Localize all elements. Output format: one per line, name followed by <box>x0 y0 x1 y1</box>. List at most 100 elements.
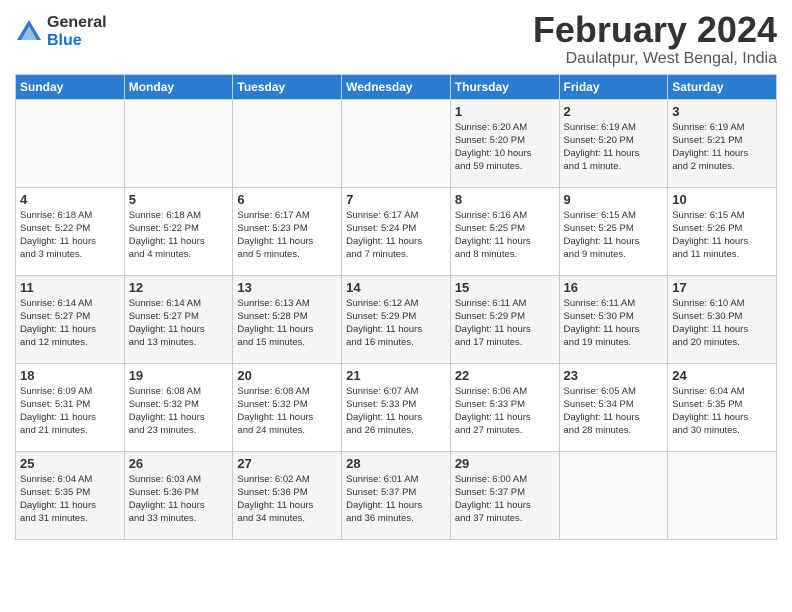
calendar-cell: 18 Sunrise: 6:09 AM Sunset: 5:31 PM Dayli… <box>16 363 125 451</box>
calendar-cell: 24 Sunrise: 6:04 AM Sunset: 5:35 PM Dayli… <box>668 363 777 451</box>
calendar-cell: 25Sunrise: 6:04 AM Sunset: 5:35 PM Dayli… <box>16 451 125 539</box>
day-number: 12 <box>129 280 229 295</box>
header-cell-thursday: Thursday <box>450 74 559 99</box>
day-number: 28 <box>346 456 446 471</box>
calendar-cell <box>16 99 125 187</box>
day-number: 8 <box>455 192 555 207</box>
day-info: Sunrise: 6:02 AM Sunset: 5:36 PM Dayligh… <box>237 473 337 526</box>
week-row: 11 Sunrise: 6:14 AM Sunset: 5:27 PM Dayli… <box>16 275 777 363</box>
day-number: 23 <box>564 368 664 383</box>
day-number: 26 <box>129 456 229 471</box>
calendar-cell: 11 Sunrise: 6:14 AM Sunset: 5:27 PM Dayli… <box>16 275 125 363</box>
calendar-cell: 12 Sunrise: 6:14 AM Sunset: 5:27 PM Dayli… <box>124 275 233 363</box>
day-info: Sunrise: 6:04 AM Sunset: 5:35 PM Dayligh… <box>20 473 120 526</box>
day-number: 7 <box>346 192 446 207</box>
calendar-header: SundayMondayTuesdayWednesdayThursdayFrid… <box>16 74 777 99</box>
calendar-cell: 7 Sunrise: 6:17 AM Sunset: 5:24 PM Daylig… <box>342 187 451 275</box>
calendar-cell: 19 Sunrise: 6:08 AM Sunset: 5:32 PM Dayli… <box>124 363 233 451</box>
calendar-cell <box>233 99 342 187</box>
calendar-cell: 13 Sunrise: 6:13 AM Sunset: 5:28 PM Dayli… <box>233 275 342 363</box>
header-row: SundayMondayTuesdayWednesdayThursdayFrid… <box>16 74 777 99</box>
day-info: Sunrise: 6:07 AM Sunset: 5:33 PM Dayligh… <box>346 385 446 438</box>
day-number: 24 <box>672 368 772 383</box>
day-info: Sunrise: 6:14 AM Sunset: 5:27 PM Dayligh… <box>20 297 120 350</box>
day-info: Sunrise: 6:14 AM Sunset: 5:27 PM Dayligh… <box>129 297 229 350</box>
day-info: Sunrise: 6:08 AM Sunset: 5:32 PM Dayligh… <box>237 385 337 438</box>
header-cell-tuesday: Tuesday <box>233 74 342 99</box>
day-number: 5 <box>129 192 229 207</box>
day-number: 11 <box>20 280 120 295</box>
logo: General Blue <box>15 14 107 49</box>
day-info: Sunrise: 6:17 AM Sunset: 5:23 PM Dayligh… <box>237 209 337 262</box>
day-info: Sunrise: 6:17 AM Sunset: 5:24 PM Dayligh… <box>346 209 446 262</box>
day-info: Sunrise: 6:09 AM Sunset: 5:31 PM Dayligh… <box>20 385 120 438</box>
day-number: 1 <box>455 104 555 119</box>
header-cell-monday: Monday <box>124 74 233 99</box>
day-info: Sunrise: 6:00 AM Sunset: 5:37 PM Dayligh… <box>455 473 555 526</box>
calendar-cell: 4 Sunrise: 6:18 AM Sunset: 5:22 PM Daylig… <box>16 187 125 275</box>
day-info: Sunrise: 6:05 AM Sunset: 5:34 PM Dayligh… <box>564 385 664 438</box>
calendar-cell: 9Sunrise: 6:15 AM Sunset: 5:25 PM Daylig… <box>559 187 668 275</box>
calendar-cell: 29 Sunrise: 6:00 AM Sunset: 5:37 PM Dayli… <box>450 451 559 539</box>
calendar-cell: 15Sunrise: 6:11 AM Sunset: 5:29 PM Dayli… <box>450 275 559 363</box>
calendar-cell: 14 Sunrise: 6:12 AM Sunset: 5:29 PM Dayli… <box>342 275 451 363</box>
day-info: Sunrise: 6:18 AM Sunset: 5:22 PM Dayligh… <box>20 209 120 262</box>
day-info: Sunrise: 6:11 AM Sunset: 5:30 PM Dayligh… <box>564 297 664 350</box>
page-header: General Blue February 2024 Daulatpur, We… <box>15 10 777 68</box>
calendar-cell: 16 Sunrise: 6:11 AM Sunset: 5:30 PM Dayli… <box>559 275 668 363</box>
day-number: 18 <box>20 368 120 383</box>
day-info: Sunrise: 6:18 AM Sunset: 5:22 PM Dayligh… <box>129 209 229 262</box>
day-number: 16 <box>564 280 664 295</box>
calendar-cell: 22 Sunrise: 6:06 AM Sunset: 5:33 PM Dayli… <box>450 363 559 451</box>
day-number: 19 <box>129 368 229 383</box>
calendar-cell: 17Sunrise: 6:10 AM Sunset: 5:30 PM Dayli… <box>668 275 777 363</box>
calendar-cell: 20Sunrise: 6:08 AM Sunset: 5:32 PM Dayli… <box>233 363 342 451</box>
day-number: 29 <box>455 456 555 471</box>
calendar-cell: 28 Sunrise: 6:01 AM Sunset: 5:37 PM Dayli… <box>342 451 451 539</box>
calendar-cell: 10Sunrise: 6:15 AM Sunset: 5:26 PM Dayli… <box>668 187 777 275</box>
week-row: 4 Sunrise: 6:18 AM Sunset: 5:22 PM Daylig… <box>16 187 777 275</box>
header-cell-friday: Friday <box>559 74 668 99</box>
calendar-cell: 26 Sunrise: 6:03 AM Sunset: 5:36 PM Dayli… <box>124 451 233 539</box>
day-number: 4 <box>20 192 120 207</box>
calendar-cell: 21Sunrise: 6:07 AM Sunset: 5:33 PM Dayli… <box>342 363 451 451</box>
header-cell-sunday: Sunday <box>16 74 125 99</box>
calendar-cell: 2 Sunrise: 6:19 AM Sunset: 5:20 PM Daylig… <box>559 99 668 187</box>
calendar-cell <box>124 99 233 187</box>
day-info: Sunrise: 6:08 AM Sunset: 5:32 PM Dayligh… <box>129 385 229 438</box>
week-row: 18 Sunrise: 6:09 AM Sunset: 5:31 PM Dayli… <box>16 363 777 451</box>
header-cell-wednesday: Wednesday <box>342 74 451 99</box>
calendar-cell: 8Sunrise: 6:16 AM Sunset: 5:25 PM Daylig… <box>450 187 559 275</box>
day-number: 3 <box>672 104 772 119</box>
day-number: 2 <box>564 104 664 119</box>
calendar-cell: 3 Sunrise: 6:19 AM Sunset: 5:21 PM Daylig… <box>668 99 777 187</box>
day-info: Sunrise: 6:10 AM Sunset: 5:30 PM Dayligh… <box>672 297 772 350</box>
calendar-cell: 1 Sunrise: 6:20 AM Sunset: 5:20 PM Daylig… <box>450 99 559 187</box>
calendar-cell <box>668 451 777 539</box>
header-cell-saturday: Saturday <box>668 74 777 99</box>
logo-blue: Blue <box>47 32 107 50</box>
calendar-cell: 6Sunrise: 6:17 AM Sunset: 5:23 PM Daylig… <box>233 187 342 275</box>
calendar-body: 1 Sunrise: 6:20 AM Sunset: 5:20 PM Daylig… <box>16 99 777 539</box>
day-info: Sunrise: 6:20 AM Sunset: 5:20 PM Dayligh… <box>455 121 555 174</box>
logo-general: General <box>47 14 107 32</box>
day-number: 14 <box>346 280 446 295</box>
day-info: Sunrise: 6:04 AM Sunset: 5:35 PM Dayligh… <box>672 385 772 438</box>
calendar-cell: 23 Sunrise: 6:05 AM Sunset: 5:34 PM Dayli… <box>559 363 668 451</box>
day-number: 10 <box>672 192 772 207</box>
day-info: Sunrise: 6:01 AM Sunset: 5:37 PM Dayligh… <box>346 473 446 526</box>
day-number: 22 <box>455 368 555 383</box>
month-year-title: February 2024 <box>533 10 777 50</box>
day-info: Sunrise: 6:12 AM Sunset: 5:29 PM Dayligh… <box>346 297 446 350</box>
day-info: Sunrise: 6:13 AM Sunset: 5:28 PM Dayligh… <box>237 297 337 350</box>
day-info: Sunrise: 6:03 AM Sunset: 5:36 PM Dayligh… <box>129 473 229 526</box>
day-info: Sunrise: 6:06 AM Sunset: 5:33 PM Dayligh… <box>455 385 555 438</box>
day-info: Sunrise: 6:19 AM Sunset: 5:21 PM Dayligh… <box>672 121 772 174</box>
calendar-cell <box>559 451 668 539</box>
title-block: February 2024 Daulatpur, West Bengal, In… <box>533 10 777 68</box>
calendar-cell: 5 Sunrise: 6:18 AM Sunset: 5:22 PM Daylig… <box>124 187 233 275</box>
day-number: 13 <box>237 280 337 295</box>
day-number: 9 <box>564 192 664 207</box>
week-row: 25Sunrise: 6:04 AM Sunset: 5:35 PM Dayli… <box>16 451 777 539</box>
day-info: Sunrise: 6:19 AM Sunset: 5:20 PM Dayligh… <box>564 121 664 174</box>
